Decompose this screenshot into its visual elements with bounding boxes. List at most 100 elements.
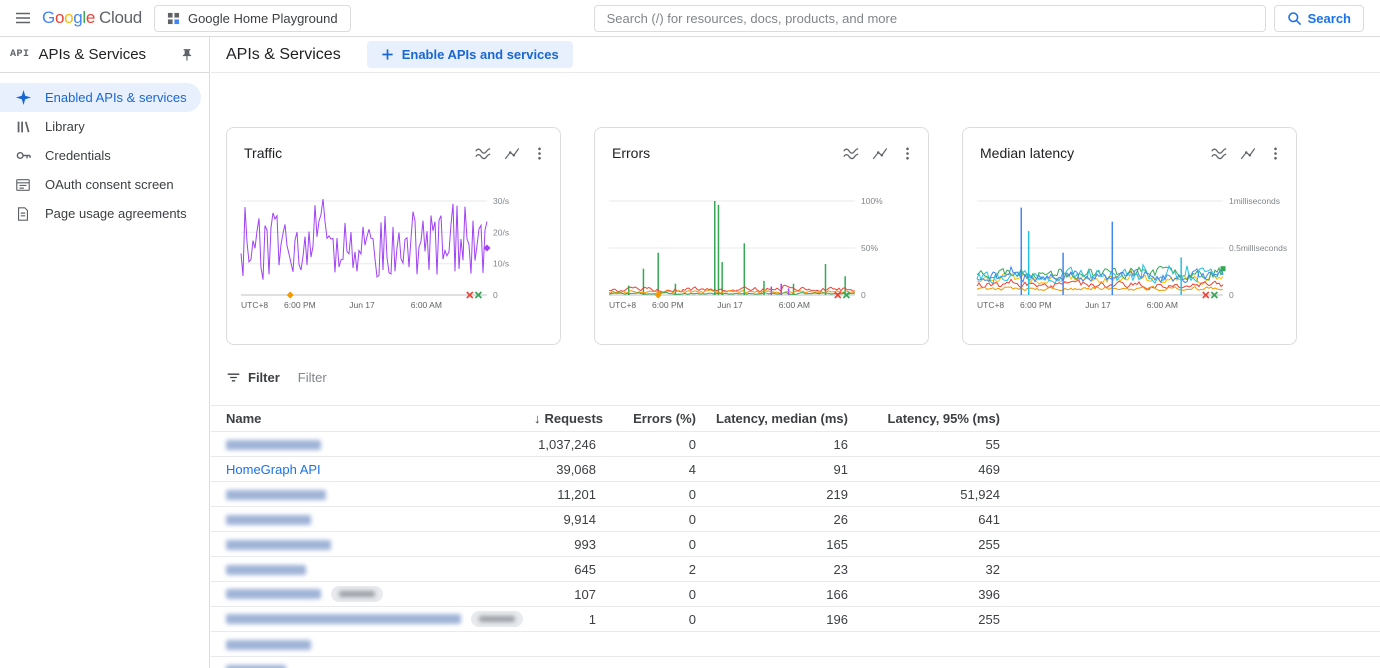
cell-latency-95: 55 — [856, 432, 1008, 457]
project-selector[interactable]: Google Home Playground — [154, 5, 351, 32]
median-latency-chart: 1milliseconds0.5milliseconds0UTC+86:00 P… — [963, 177, 1296, 329]
cell-latency-median: 219 — [704, 482, 856, 507]
sidebar-item-enabled-apis[interactable]: Enabled APIs & services — [0, 83, 201, 112]
header-name[interactable]: Name — [211, 406, 526, 432]
cell-latency-median: 91 — [704, 457, 856, 482]
redacted-api-name[interactable] — [226, 565, 306, 575]
more-options-icon[interactable] — [1263, 143, 1288, 164]
enable-apis-button[interactable]: Enable APIs and services — [367, 41, 573, 68]
svg-text:6:00 AM: 6:00 AM — [779, 300, 810, 310]
cell-latency-median: 165 — [704, 532, 856, 557]
cell-latency-median: 26 — [704, 507, 856, 532]
sidebar-item-oauth-consent[interactable]: OAuth consent screen — [0, 170, 209, 199]
table-row: 64522332 — [211, 557, 1380, 582]
svg-text:Jun 17: Jun 17 — [349, 300, 375, 310]
status-badge — [331, 586, 383, 602]
svg-text:0: 0 — [1229, 290, 1234, 300]
card-title: Errors — [612, 145, 650, 161]
sidebar-item-label: Credentials — [45, 148, 111, 163]
more-options-icon[interactable] — [895, 143, 920, 164]
svg-text:10/s: 10/s — [493, 259, 509, 269]
apis-table: Name ↓Requests Errors (%) Latency, media… — [211, 405, 1380, 668]
header-requests[interactable]: ↓Requests — [526, 406, 604, 432]
filter-input[interactable] — [298, 370, 618, 385]
redacted-api-name[interactable] — [226, 515, 311, 525]
svg-text:50%: 50% — [861, 243, 878, 253]
cell-filler — [1008, 607, 1380, 632]
redacted-api-name[interactable] — [226, 614, 461, 624]
sidebar-item-label: Page usage agreements — [45, 206, 187, 221]
svg-text:0: 0 — [493, 290, 498, 300]
svg-text:UTC+8: UTC+8 — [241, 300, 268, 310]
sort-desc-icon: ↓ — [534, 411, 541, 426]
cell-filler — [1008, 582, 1380, 607]
main-header: APIs & Services Enable APIs and services — [211, 37, 1380, 73]
svg-text:6:00 PM: 6:00 PM — [284, 300, 316, 310]
google-cloud-logo[interactable]: Google Cloud — [42, 8, 142, 28]
scatter-chart-icon[interactable] — [498, 141, 526, 165]
sidebar-nav: Enabled APIs & services Library Credenti… — [0, 73, 209, 228]
cell-latency-95: 255 — [856, 607, 1008, 632]
project-name: Google Home Playground — [188, 11, 338, 26]
sidebar-item-credentials[interactable]: Credentials — [0, 141, 209, 170]
cell-errors: 2 — [604, 557, 704, 582]
sidebar-title: APIs & Services — [39, 46, 147, 63]
scatter-chart-icon[interactable] — [1234, 141, 1262, 165]
api-link[interactable]: HomeGraph API — [226, 462, 321, 477]
cell-requests: 11,201 — [526, 482, 604, 507]
sidebar-item-library[interactable]: Library — [0, 112, 209, 141]
cell-latency-median: 196 — [704, 607, 856, 632]
table-row: 1,037,24601655 — [211, 432, 1380, 457]
agreements-icon — [14, 205, 32, 223]
redacted-api-name[interactable] — [226, 589, 321, 599]
stacked-line-chart-icon[interactable] — [469, 141, 497, 165]
svg-text:6:00 PM: 6:00 PM — [652, 300, 684, 310]
cell-requests: 39,068 — [526, 457, 604, 482]
sidebar-item-page-usage[interactable]: Page usage agreements — [0, 199, 209, 228]
cell-errors: 0 — [604, 582, 704, 607]
api-table-body: 1,037,24601655HomeGraph API39,0684914691… — [211, 432, 1380, 668]
search-input[interactable] — [594, 5, 1266, 32]
pin-button[interactable] — [177, 45, 197, 65]
filter-icon — [226, 370, 241, 385]
cell-latency-median: 23 — [704, 557, 856, 582]
status-badge — [471, 611, 523, 627]
redacted-api-name[interactable] — [226, 540, 331, 550]
filter-button[interactable]: Filter — [226, 370, 280, 385]
cell-requests: 993 — [526, 532, 604, 557]
more-options-icon[interactable] — [527, 143, 552, 164]
svg-text:0.5milliseconds: 0.5milliseconds — [1229, 243, 1287, 253]
table-row: 11,201021951,924 — [211, 482, 1380, 507]
cell-filler — [1008, 482, 1380, 507]
svg-text:1milliseconds: 1milliseconds — [1229, 196, 1280, 206]
sidebar-item-label: Enabled APIs & services — [45, 90, 187, 105]
redacted-api-name[interactable] — [226, 440, 321, 450]
search-button[interactable]: Search — [1274, 5, 1364, 32]
errors-chart: 100%50%0UTC+86:00 PMJun 176:00 AM — [595, 177, 928, 329]
scatter-chart-icon[interactable] — [866, 141, 894, 165]
stacked-line-chart-icon[interactable] — [837, 141, 865, 165]
enabled-apis-icon — [14, 89, 32, 107]
header-errors[interactable]: Errors (%) — [604, 406, 704, 432]
table-header-row: Name ↓Requests Errors (%) Latency, media… — [211, 406, 1380, 432]
menu-button[interactable] — [8, 3, 38, 33]
cell-errors: 0 — [604, 432, 704, 457]
enable-apis-button-label: Enable APIs and services — [402, 47, 559, 62]
plus-icon — [381, 48, 394, 61]
stacked-line-chart-icon[interactable] — [1205, 141, 1233, 165]
redacted-api-name[interactable] — [226, 490, 326, 500]
cell-errors: 0 — [604, 607, 704, 632]
cell-latency-95: 51,924 — [856, 482, 1008, 507]
errors-card: Errors 100%50%0UTC+86:00 PMJun 176:00 AM — [594, 127, 929, 345]
cell-errors: 0 — [604, 532, 704, 557]
cell-requests: 1,037,246 — [526, 432, 604, 457]
redacted-api-name[interactable] — [226, 640, 311, 650]
sidebar-header: API APIs & Services — [0, 37, 209, 73]
table-row: 9930165255 — [211, 532, 1380, 557]
header-latency-median[interactable]: Latency, median (ms) — [704, 406, 856, 432]
svg-text:100%: 100% — [861, 196, 883, 206]
table-row — [211, 657, 1380, 668]
header-latency-95[interactable]: Latency, 95% (ms) — [856, 406, 1008, 432]
table-row: 10196255 — [211, 607, 1380, 632]
filter-bar: Filter — [226, 367, 1380, 387]
